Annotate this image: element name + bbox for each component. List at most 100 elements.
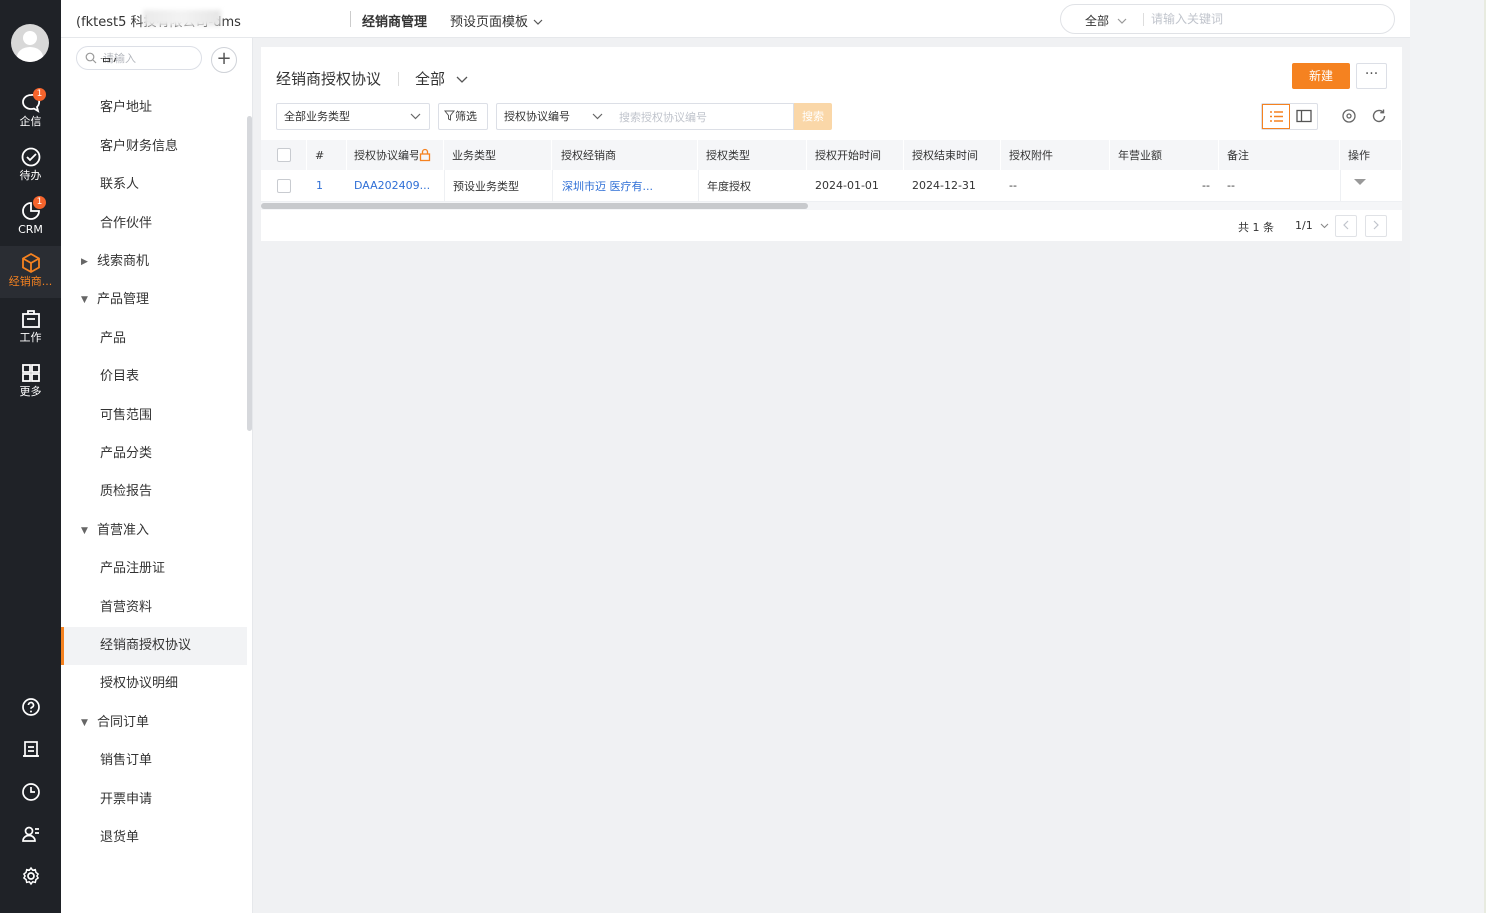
sidebar-item[interactable]: 客户 [61,58,247,76]
remark-cell: -- [1227,179,1235,192]
sidebar-item[interactable]: ▼ 产品管理 [61,281,247,319]
view-toggle [1261,103,1318,130]
business-type-cell: 预设业务类型 [444,170,552,201]
rail-item-dealer[interactable]: 经销商... [0,246,61,298]
dealer-link[interactable]: 深圳市迈 医疗有... [552,170,698,201]
unread-badge: 1 [33,88,46,101]
pager-page-select[interactable]: 1/1 [1295,219,1329,232]
rail-item-work[interactable]: 工作 [0,302,61,354]
app-rail: 1 企信 待办 1 CRM 经销商... 工作 更多 [0,0,61,913]
new-button[interactable]: 新建 [1292,63,1350,89]
table-row[interactable]: 1 DAA202409... 预设业务类型 深圳市迈 医疗有... 年度授权 2… [261,170,1402,202]
attachment-cell: -- [1009,179,1017,192]
document-icon [22,741,39,757]
agreement-code-link[interactable]: DAA202409... [347,170,444,201]
table-horizontal-scrollbar[interactable] [261,202,1402,210]
sidebar-item[interactable]: 产品分类 [61,435,247,473]
sidebar-item[interactable]: 联系人 [61,166,247,204]
sidebar-item[interactable]: ▼ 首营准入 [61,512,247,550]
settings-button[interactable] [1340,107,1358,125]
split-panel-icon [1296,109,1312,123]
sidebar-item[interactable]: 产品注册证 [61,550,247,588]
column-header[interactable]: 授权开始时间 [807,140,904,170]
rail-item-messages[interactable]: 1 企信 [0,86,61,138]
next-page-button[interactable] [1365,215,1387,237]
keyword-input[interactable] [619,109,784,125]
sidebar-item-label: 首营准入 [97,522,150,538]
sidebar-item-label: 价目表 [100,369,140,385]
sidebar-item[interactable]: 授权协议明细 [61,665,247,703]
sidebar-item[interactable]: ▶ 线索商机 [61,243,247,281]
select-all-checkbox[interactable] [276,148,291,162]
check-circle-icon [21,147,40,167]
sidebar-item[interactable]: 退货单 [61,819,247,857]
column-header[interactable]: 业务类型 [444,140,552,170]
column-header[interactable]: 授权经销商 [552,140,698,170]
search-scope-select[interactable]: 全部 [1085,12,1127,29]
menu-page-template[interactable]: 预设页面模板 [450,11,543,30]
rail-item-more[interactable]: 更多 [0,356,61,408]
keyword-field [611,103,794,130]
sidebar-item[interactable]: 经销商授权协议 [61,627,247,665]
row-checkbox[interactable] [277,178,291,193]
chevron-down-icon [410,113,421,120]
end-date-cell: 2024-12-31 [912,179,976,192]
refresh-icon [1372,109,1386,123]
contacts-button[interactable] [0,819,61,849]
sidebar-item[interactable]: 合作伙伴 [61,205,247,243]
settings-button[interactable] [0,861,61,891]
column-header[interactable]: 备注 [1219,140,1340,170]
sidebar-item[interactable]: 首营资料 [61,589,247,627]
redacted-text [143,10,221,26]
help-button[interactable] [0,692,61,722]
briefcase-icon [21,310,40,328]
lock-icon [419,148,431,162]
view-scope-select[interactable]: 全部 [415,68,468,89]
start-date-cell: 2024-01-01 [815,179,879,192]
list-view-button[interactable] [1262,104,1290,129]
search-button[interactable]: 搜索 [794,103,832,130]
sidebar-item-label: 线索商机 [97,254,150,269]
clock-icon [21,783,40,801]
more-actions-button[interactable]: ··· [1356,63,1387,89]
avatar[interactable] [11,24,49,62]
menu-dealer-management[interactable]: 经销商管理 [362,11,427,30]
chevron-down-icon [1320,223,1329,229]
row-actions-dropdown[interactable] [1340,170,1402,201]
column-header[interactable]: 年营业额 [1110,140,1219,170]
sidebar-item[interactable]: 价目表 [61,358,247,396]
sidebar-scrollbar[interactable] [247,116,252,431]
table-header: # 授权协议编号 业务类型 授权经销商 授权类型 授权开始时间 授权结束时间 授… [261,140,1402,170]
sidebar-item[interactable]: 客户财务信息 [61,128,247,166]
rail-item-todo[interactable]: 待办 [0,140,61,192]
sidebar-item[interactable]: ▼ 合同订单 [61,704,247,742]
split-view-button[interactable] [1291,104,1318,129]
sidebar-item[interactable]: 可售范围 [61,397,247,435]
prev-page-button[interactable] [1335,215,1357,237]
sidebar-item[interactable]: 客户地址 [61,89,247,127]
refresh-button[interactable] [1370,107,1388,125]
sidebar-item[interactable]: 产品 [61,320,247,358]
user-list-icon [21,826,39,842]
sidebar-item[interactable]: 质检报告 [61,473,247,511]
auth-type-cell: 年度授权 [698,170,807,201]
rail-item-crm[interactable]: 1 CRM [0,194,61,246]
sidebar-item[interactable]: 销售订单 [61,742,247,780]
chevron-down-icon [592,113,603,120]
rail-label: 待办 [19,169,42,182]
row-index: 1 [316,179,323,192]
business-type-select[interactable]: 全部业务类型 [276,103,430,130]
caret-down-icon: ▼ [81,717,88,728]
rail-label: 经销商... [8,275,53,288]
column-header[interactable]: 授权类型 [698,140,807,170]
column-header: # [307,140,347,170]
notes-button[interactable] [0,734,61,764]
global-search-input[interactable] [1151,10,1381,28]
filter-button[interactable]: 筛选 [438,103,488,130]
column-header[interactable]: 授权协议编号 [347,140,444,170]
column-header[interactable]: 授权附件 [1001,140,1110,170]
sidebar-item[interactable]: 开票申请 [61,781,247,819]
history-button[interactable] [0,777,61,807]
column-header[interactable]: 授权结束时间 [904,140,1001,170]
search-field-select[interactable]: 授权协议编号 [496,103,612,130]
